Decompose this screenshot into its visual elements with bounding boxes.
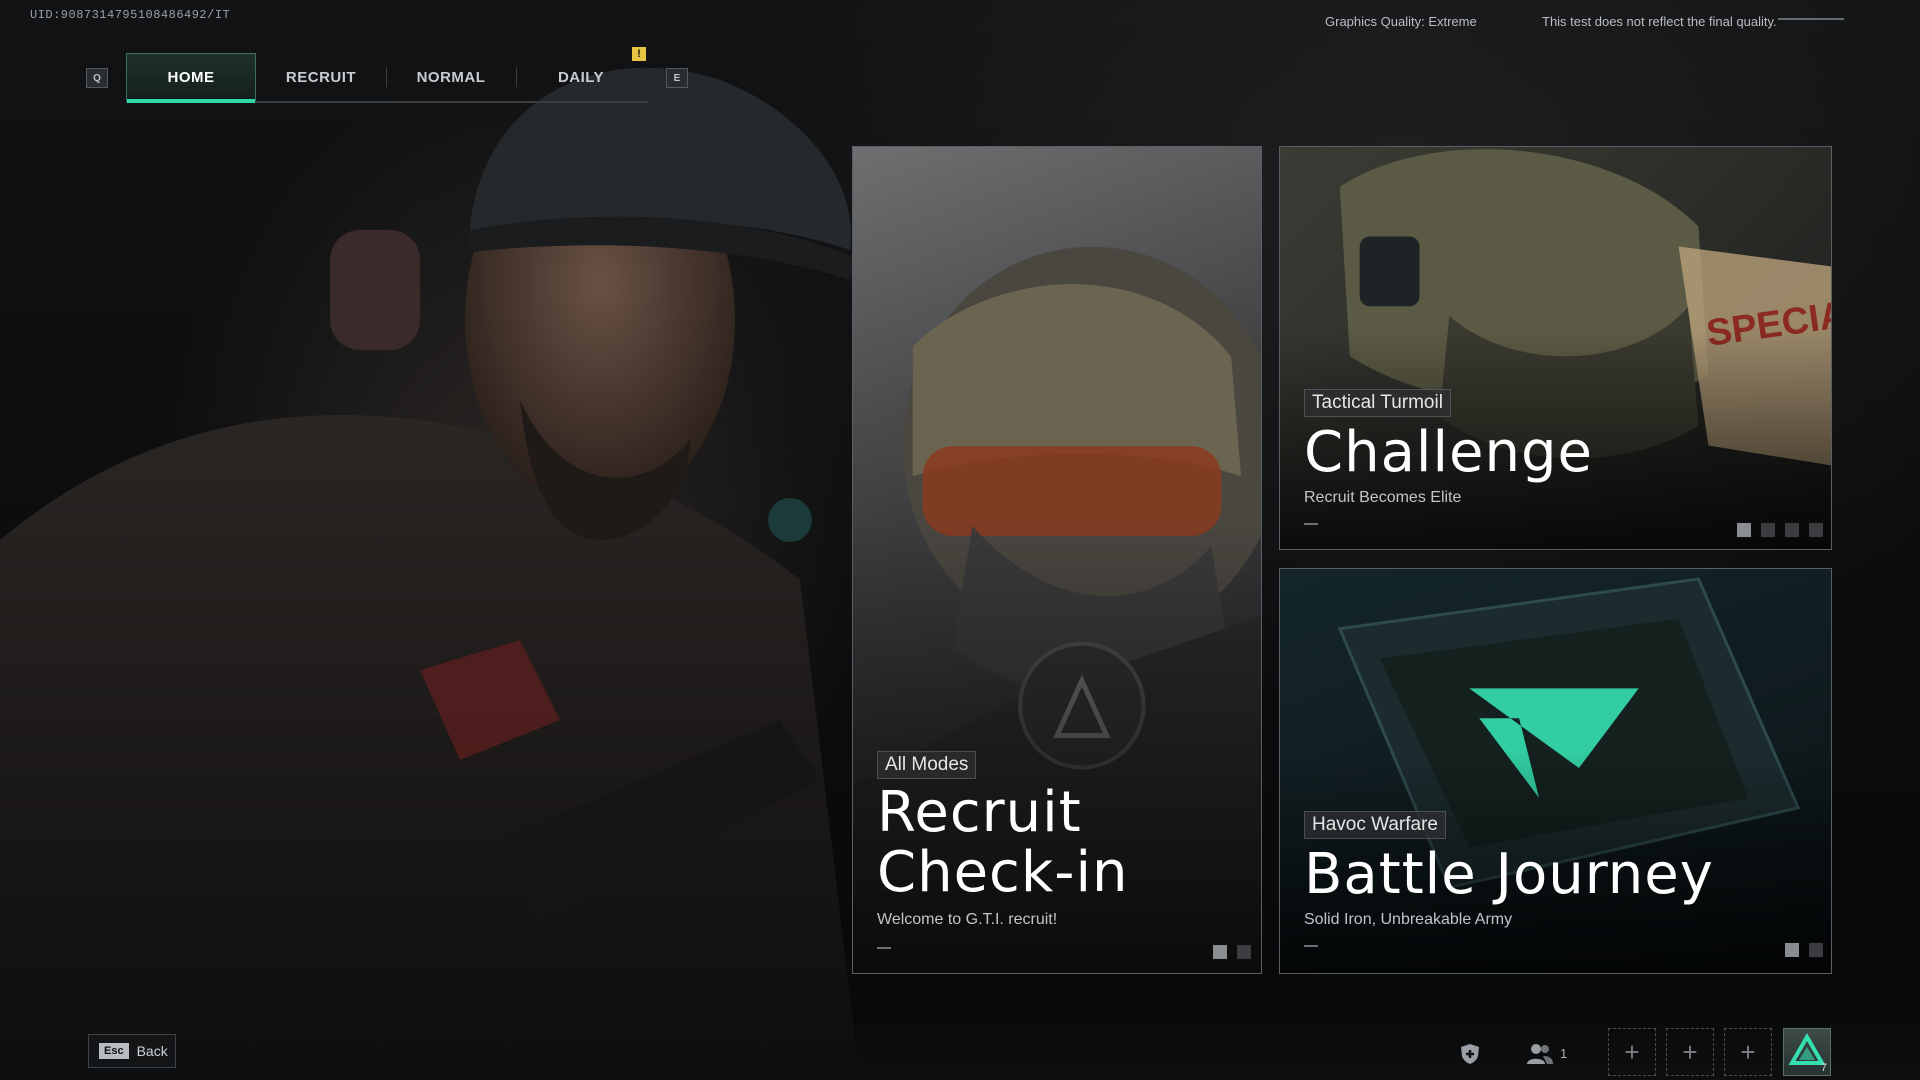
page-dot[interactable] xyxy=(1237,945,1251,959)
rank-level: 7 xyxy=(1820,1062,1827,1074)
card-dash xyxy=(1304,945,1318,947)
page-dot[interactable] xyxy=(1737,523,1751,537)
tab-home[interactable]: HOME xyxy=(126,53,256,103)
prev-tab-key-hint[interactable]: Q xyxy=(86,68,108,88)
challenge-card[interactable]: SPECIA Tactical Turmoil Challenge Recrui… xyxy=(1279,146,1832,550)
page-dot[interactable] xyxy=(1785,943,1799,957)
page-dot[interactable] xyxy=(1809,943,1823,957)
card-subtitle: Solid Iron, Unbreakable Army xyxy=(1304,911,1513,928)
page-dot[interactable] xyxy=(1809,523,1823,537)
graphics-quality-label: Graphics Quality: Extreme xyxy=(1325,14,1477,29)
tab-separator xyxy=(386,67,387,87)
party-members-icon[interactable] xyxy=(1526,1040,1554,1068)
player-rank-badge[interactable]: 7 xyxy=(1783,1028,1831,1076)
card-dash xyxy=(877,947,891,949)
card-title-line1: Recruit xyxy=(877,780,1082,845)
disclaimer-underline xyxy=(1778,18,1844,20)
daily-alert-badge: ! xyxy=(632,47,646,61)
card-page-dots xyxy=(1213,945,1251,959)
recruit-checkin-card[interactable]: All Modes Recruit Check-in Welcome to G.… xyxy=(852,146,1262,974)
page-dot[interactable] xyxy=(1785,523,1799,537)
party-count: 1 xyxy=(1560,1046,1568,1061)
shield-plus-icon[interactable] xyxy=(1456,1040,1484,1068)
party-slot-3[interactable]: + xyxy=(1724,1028,1772,1076)
add-icon: + xyxy=(1624,1036,1640,1067)
page-dot[interactable] xyxy=(1213,945,1227,959)
tab-normal[interactable]: NORMAL xyxy=(386,53,516,101)
uid-label: UID:9087314795108486492/IT xyxy=(30,8,231,22)
card-dash xyxy=(1304,523,1318,525)
quality-disclaimer: This test does not reflect the final qua… xyxy=(1542,14,1777,29)
battle-journey-card[interactable]: Havoc Warfare Battle Journey Solid Iron,… xyxy=(1279,568,1832,974)
card-tag: Tactical Turmoil xyxy=(1304,389,1451,417)
card-subtitle: Welcome to G.T.I. recruit! xyxy=(877,911,1058,928)
add-icon: + xyxy=(1682,1036,1698,1067)
card-page-dots xyxy=(1737,523,1823,537)
card-page-dots xyxy=(1785,943,1823,957)
tab-daily[interactable]: DAILY xyxy=(516,53,646,101)
back-label: Back xyxy=(136,1043,168,1059)
next-tab-key-hint[interactable]: E xyxy=(666,68,688,88)
card-title-line2: Check-in xyxy=(877,840,1129,905)
page-dot[interactable] xyxy=(1761,523,1775,537)
back-button[interactable]: Esc Back xyxy=(88,1034,176,1068)
card-tag: All Modes xyxy=(877,751,977,779)
party-slot-1[interactable]: + xyxy=(1608,1028,1656,1076)
card-subtitle: Recruit Becomes Elite xyxy=(1304,489,1462,506)
esc-key-hint: Esc xyxy=(99,1043,129,1059)
card-tag: Havoc Warfare xyxy=(1304,811,1446,839)
main-tab-bar: HOME RECRUIT NORMAL DAILY xyxy=(126,53,648,103)
tab-separator xyxy=(516,67,517,87)
card-title: Challenge xyxy=(1304,420,1593,485)
card-title: Battle Journey xyxy=(1304,842,1714,907)
add-icon: + xyxy=(1740,1036,1756,1067)
party-slot-2[interactable]: + xyxy=(1666,1028,1714,1076)
tab-recruit[interactable]: RECRUIT xyxy=(256,53,386,101)
